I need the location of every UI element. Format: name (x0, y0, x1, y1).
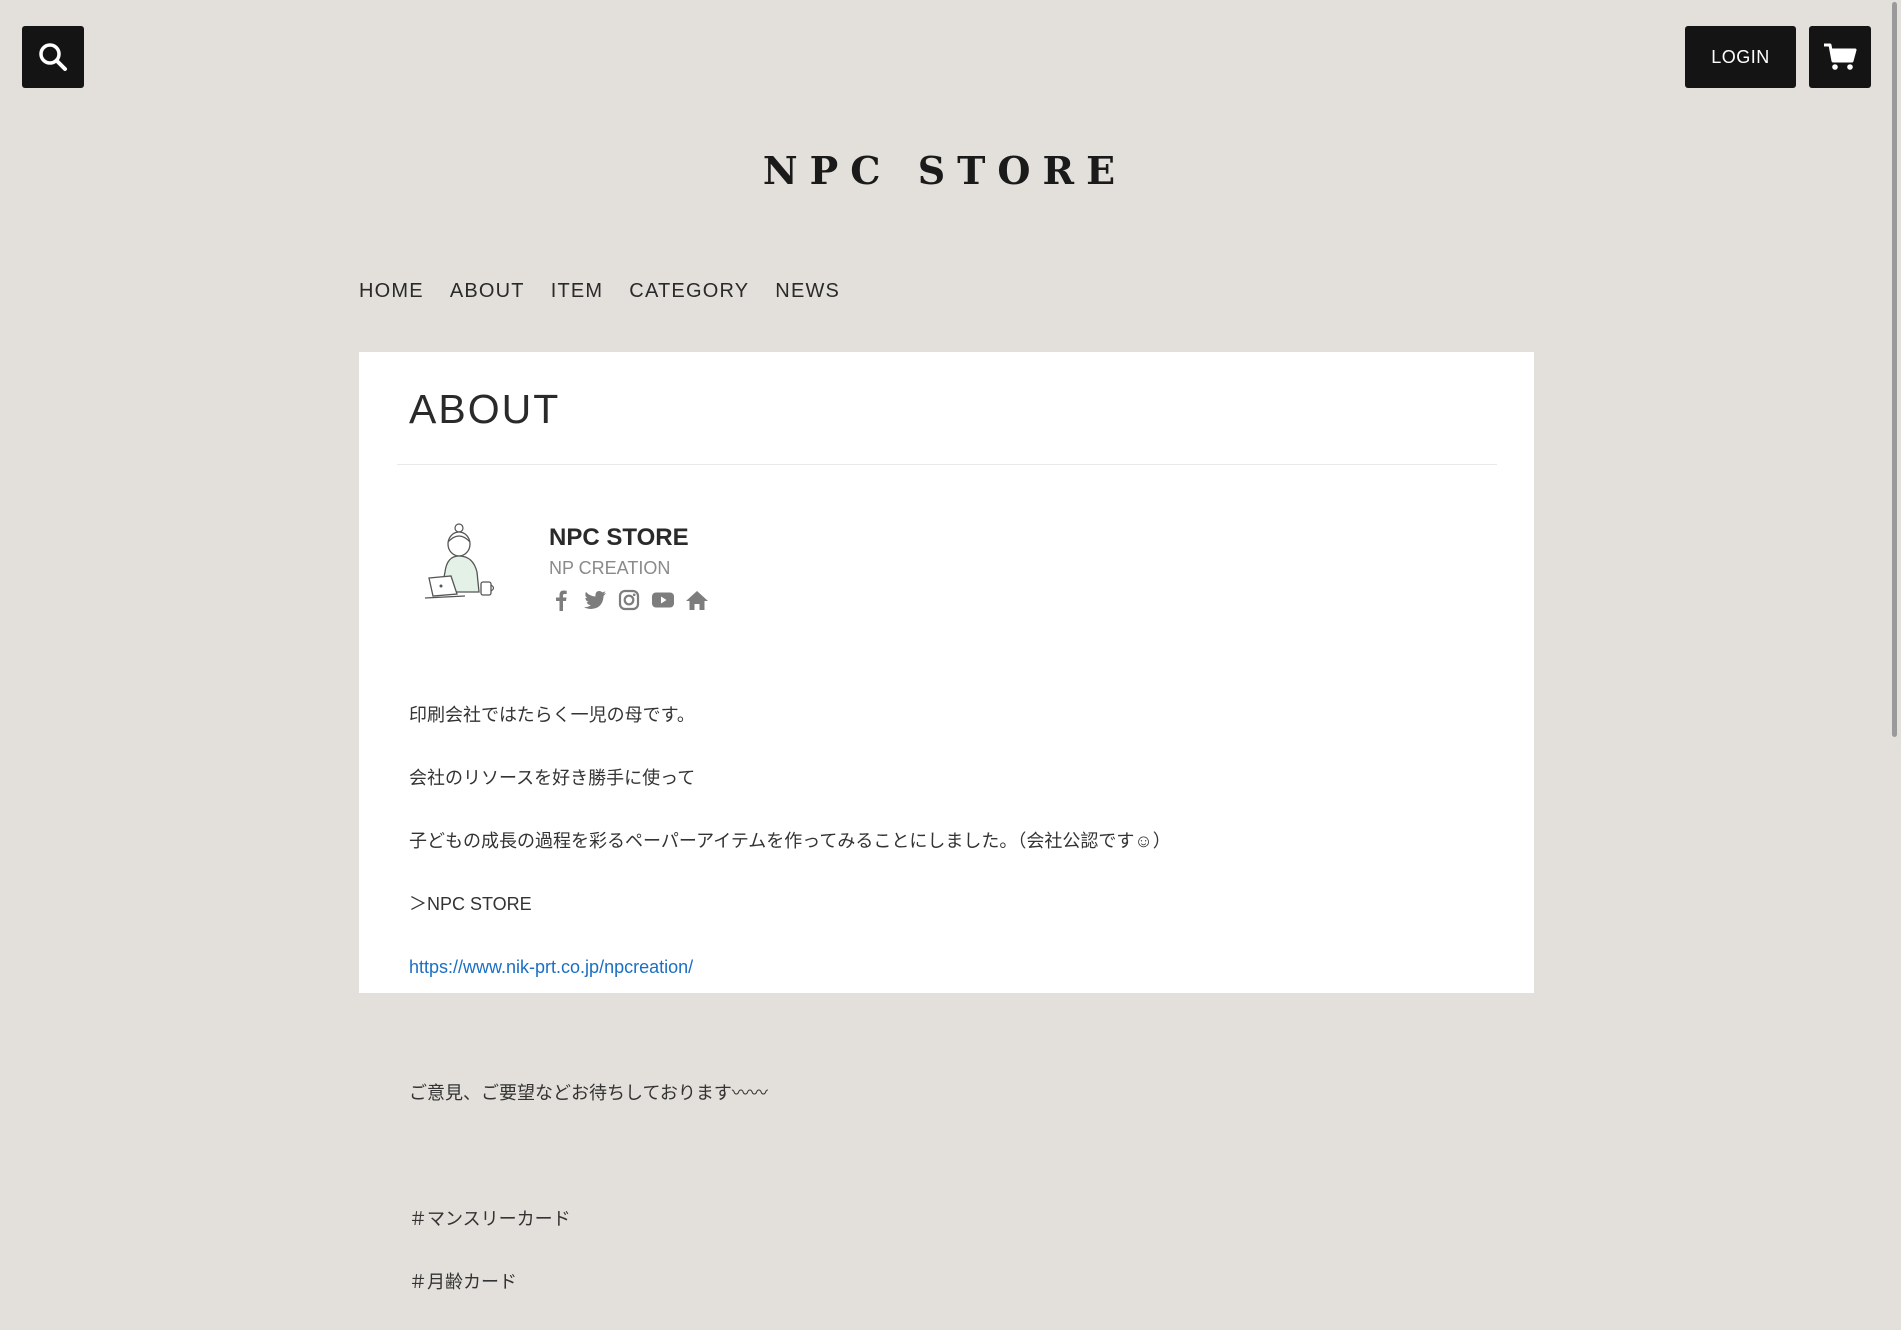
social-links (549, 588, 709, 612)
about-card: ABOUT NPC STORE NP CREATION 印刷会社ではたらく一児の… (359, 352, 1534, 1292)
main-nav: HOME ABOUT ITEM CATEGORY NEWS (359, 280, 840, 303)
avatar (415, 520, 503, 608)
nav-item-item[interactable]: ITEM (551, 280, 604, 303)
nav-item-about[interactable]: ABOUT (450, 280, 525, 303)
youtube-icon[interactable] (651, 588, 675, 612)
hashtag-line: ＃月齢カード (409, 1271, 517, 1292)
search-icon (39, 43, 67, 71)
twitter-icon[interactable] (583, 588, 607, 612)
description-line: 子どもの成長の過程を彩るペーパーアイテムを作ってみることにしました。（会社公認で… (409, 830, 1171, 851)
hashtag-line: ＃マンスリーカード (409, 1208, 571, 1229)
store-link[interactable]: https://www.nik-prt.co.jp/npcreation/ (409, 957, 693, 977)
scrollbar-thumb[interactable] (1892, 2, 1897, 737)
nav-item-home[interactable]: HOME (359, 280, 424, 303)
profile-subtitle: NP CREATION (549, 558, 671, 578)
page-scrollbar[interactable] (1889, 0, 1901, 993)
cart-icon (1824, 43, 1857, 70)
store-logo[interactable]: NPC STORE (0, 148, 1890, 193)
description-line: 会社のリソースを好き勝手に使って (409, 767, 696, 788)
search-button[interactable] (22, 26, 84, 88)
login-button[interactable]: LOGIN (1685, 26, 1796, 88)
facebook-icon[interactable] (549, 588, 573, 612)
page-title: ABOUT (409, 386, 561, 432)
divider (397, 464, 1497, 465)
nav-item-news[interactable]: NEWS (775, 280, 840, 303)
profile-name: NPC STORE (549, 524, 689, 551)
home-icon[interactable] (685, 588, 709, 612)
description-line: ＞NPC STORE (409, 893, 532, 914)
nav-item-category[interactable]: CATEGORY (629, 280, 749, 303)
about-description: 印刷会社ではたらく一児の母です。 会社のリソースを好き勝手に使って 子どもの成長… (409, 668, 1171, 1330)
description-line: 印刷会社ではたらく一児の母です。 (409, 704, 695, 725)
instagram-icon[interactable] (617, 588, 641, 612)
cart-button[interactable] (1809, 26, 1871, 88)
description-line: ご意見、ご要望などお待ちしております〰〰 (409, 1082, 768, 1103)
